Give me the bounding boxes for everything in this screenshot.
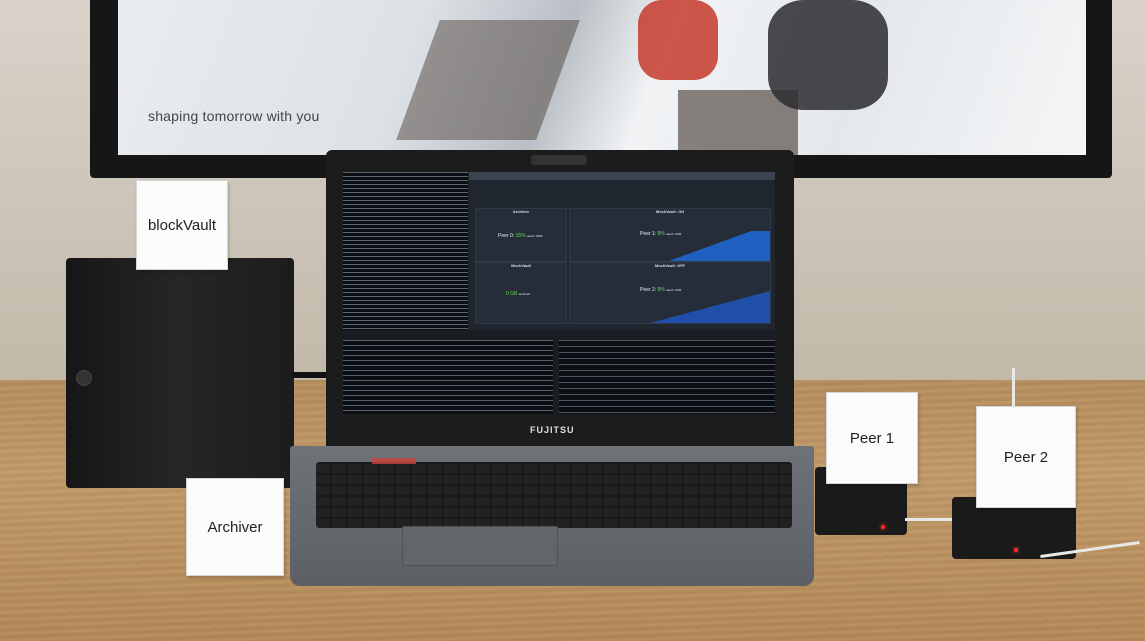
terminal-window bbox=[343, 340, 553, 414]
peer2-label-card: Peer 2 bbox=[976, 406, 1076, 508]
terminal-window bbox=[559, 340, 775, 414]
panel-value: 8% bbox=[657, 287, 665, 293]
peer1-label-card: Peer 1 bbox=[826, 392, 918, 484]
panel-unit: used / 2GB bbox=[666, 288, 682, 292]
panel-label: Peer 0: bbox=[498, 233, 515, 239]
usage-chart bbox=[650, 291, 770, 323]
keyboard bbox=[316, 462, 792, 528]
panel-title: MockVault: ON bbox=[655, 209, 685, 214]
dashboard-panel: MockVault: ON Peer 1: 8% used / 2GB bbox=[569, 208, 771, 262]
usb-cable bbox=[1012, 368, 1015, 408]
usb-cable bbox=[292, 372, 326, 378]
status-led-icon bbox=[881, 525, 885, 529]
rock-shape bbox=[396, 20, 580, 140]
touchpad bbox=[402, 526, 558, 566]
status-led-icon bbox=[1014, 548, 1018, 552]
archiver-label: Archiver bbox=[207, 518, 263, 536]
dashboard-panel: MockVault: OFF Peer 2: 8% used / 2GB bbox=[569, 262, 771, 324]
panel-value: 8% bbox=[657, 231, 665, 237]
panel-unit: used / 4096 bbox=[526, 234, 543, 238]
panel-unit: used / 2GB bbox=[666, 232, 682, 236]
blockvault-label-card: blockVault bbox=[136, 180, 228, 270]
dashboard-window: Archiver Peer 0: 15% used / 4096 MockVau… bbox=[469, 172, 775, 330]
blockvault-label: blockVault bbox=[147, 216, 217, 234]
climber-figure bbox=[768, 0, 888, 110]
tv-screen: shaping tomorrow with you bbox=[118, 0, 1086, 155]
blockvault-device bbox=[66, 258, 294, 488]
climber-figure bbox=[638, 0, 718, 80]
terminal-window bbox=[343, 172, 468, 330]
usb-cable bbox=[905, 518, 955, 521]
panel-title: MockVault: OFF bbox=[654, 263, 686, 268]
browser-toolbar bbox=[469, 172, 775, 180]
peer1-label: Peer 1 bbox=[849, 429, 895, 447]
archiver-label-card: Archiver bbox=[186, 478, 284, 576]
panel-title: MockVault bbox=[511, 263, 531, 268]
panel-value: 15% bbox=[515, 233, 526, 239]
sticker bbox=[372, 458, 416, 464]
power-button-icon bbox=[76, 370, 92, 386]
laptop-brand-logo: FUJITSU bbox=[530, 425, 575, 435]
panel-label: Peer 2: bbox=[640, 287, 657, 293]
webcam-icon bbox=[531, 155, 587, 165]
panel-title: Archiver bbox=[512, 209, 530, 214]
dashboard-panel: Archiver Peer 0: 15% used / 4096 bbox=[475, 208, 567, 262]
peer2-label: Peer 2 bbox=[1003, 448, 1049, 466]
panel-value: 0 GB bbox=[506, 291, 518, 297]
laptop-screen: Archiver Peer 0: 15% used / 4096 MockVau… bbox=[343, 172, 775, 414]
panel-unit: archived bbox=[518, 292, 531, 296]
panel-label: Peer 1: bbox=[640, 231, 657, 237]
dashboard-panel: MockVault 0 GB archived bbox=[475, 262, 567, 324]
tv-tagline: shaping tomorrow with you bbox=[148, 108, 320, 124]
